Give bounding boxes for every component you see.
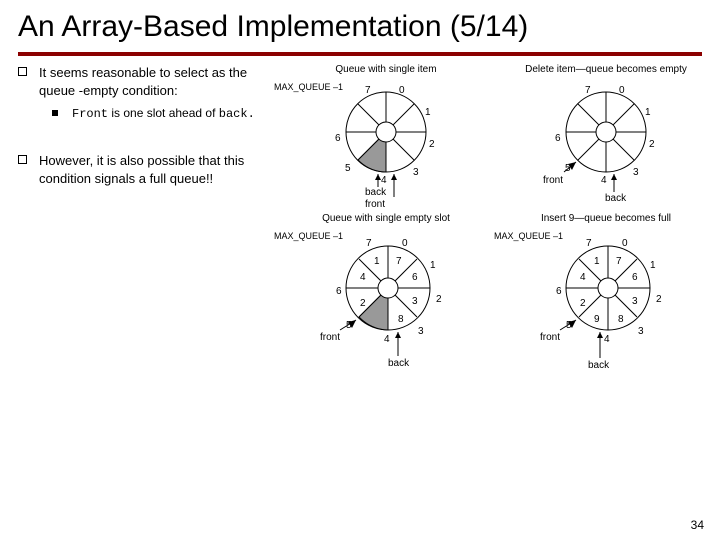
page-number: 34 [691,518,704,532]
i3: 3 [412,296,418,307]
o1: 1 [430,260,436,271]
o6: 6 [336,286,342,297]
i2: 6 [412,272,418,283]
right-column: Queue with single item MAX_QUEUE –1 [278,64,714,376]
chart-br-title: Insert 9—queue becomes full [498,213,714,224]
i6: 2 [360,298,366,309]
n7: 7 [585,85,591,96]
n5: 5 [345,163,351,174]
bullet-2: However, it is also possible that this c… [18,152,278,187]
o7: 7 [366,238,372,249]
n5: 5 [565,163,571,174]
bullet-1: It seems reasonable to select as the que… [18,64,278,99]
lbl-front-br: front [540,332,560,343]
chart-bl-title: Queue with single empty slot [278,213,494,224]
chart-bot-right: Insert 9—queue becomes full MAX_QUEUE –1 [498,213,714,376]
i4: 8 [398,314,404,325]
o6: 6 [556,286,562,297]
bullet-small-square-icon [52,110,58,116]
o5: 5 [346,320,352,331]
n3: 3 [633,167,639,178]
o4: 4 [384,334,390,345]
n6: 6 [555,133,561,144]
n2: 2 [649,139,655,150]
lbl-back-tl: back [365,187,386,198]
o7: 7 [586,238,592,249]
page-title: An Array-Based Implementation (5/14) [0,0,720,52]
lbl-back-tr: back [605,193,626,204]
o1: 1 [650,260,656,271]
content-area: It seems reasonable to select as the que… [0,56,720,376]
bullet-1-text: It seems reasonable to select as the que… [39,64,278,99]
i7: 4 [580,272,586,283]
lbl-front-tr: front [543,175,563,186]
lbl-back-br: back [588,360,609,371]
n1: 1 [645,107,651,118]
lbl-front-bl: front [320,332,340,343]
chart-bot-left: Queue with single empty slot MAX_QUEUE –… [278,213,494,376]
circ-tl: 7 0 1 2 3 4 5 6 back front [321,77,451,207]
n0: 0 [399,85,405,96]
i3: 3 [632,296,638,307]
lbl-back-bl: back [388,358,409,369]
n7: 7 [365,85,371,96]
bullet-2-text: However, it is also possible that this c… [39,152,278,187]
code-back: back. [219,107,255,121]
o0: 0 [402,238,408,249]
n6: 6 [335,133,341,144]
sub-bullet-1-text: Front is one slot ahead of back. [72,105,255,122]
o3: 3 [638,326,644,337]
i1: 7 [616,256,622,267]
n2: 2 [429,139,435,150]
top-chart-row: Queue with single item MAX_QUEUE –1 [278,64,714,207]
o2: 2 [656,294,662,305]
chart-top-left: Queue with single item MAX_QUEUE –1 [278,64,494,207]
i7: 4 [360,272,366,283]
lbl-front-tl: front [365,199,385,210]
chart-tl-title: Queue with single item [278,64,494,75]
i1: 7 [396,256,402,267]
chart-top-right: Delete item—queue becomes empty [498,64,714,207]
bullet-square-icon [18,155,27,164]
circ-tr: 7 0 1 2 3 4 5 6 front back [541,77,671,207]
n4: 4 [381,175,387,186]
i6: 2 [580,298,586,309]
o4: 4 [604,334,610,345]
i5: 9 [594,314,600,325]
bullet-square-icon [18,67,27,76]
sub-bullet-1: Front is one slot ahead of back. [52,105,278,122]
n1: 1 [425,107,431,118]
n4: 4 [601,175,607,186]
sub-mid: is one slot ahead of [108,106,219,120]
bottom-chart-row: Queue with single empty slot MAX_QUEUE –… [278,213,714,376]
circ-bl: 7 0 1 2 3 4 5 6 1 7 6 3 8 2 4 front back [318,226,454,376]
i2: 6 [632,272,638,283]
circ-br: 7 0 1 2 3 4 5 6 1 7 6 3 8 9 2 4 front [538,226,674,376]
o2: 2 [436,294,442,305]
left-column: It seems reasonable to select as the que… [18,64,278,376]
code-front: Front [72,107,108,121]
n0: 0 [619,85,625,96]
o0: 0 [622,238,628,249]
chart-tr-title: Delete item—queue becomes empty [498,64,714,75]
i4: 8 [618,314,624,325]
i0: 1 [594,256,600,267]
o3: 3 [418,326,424,337]
o5: 5 [566,320,572,331]
i0: 1 [374,256,380,267]
n3: 3 [413,167,419,178]
